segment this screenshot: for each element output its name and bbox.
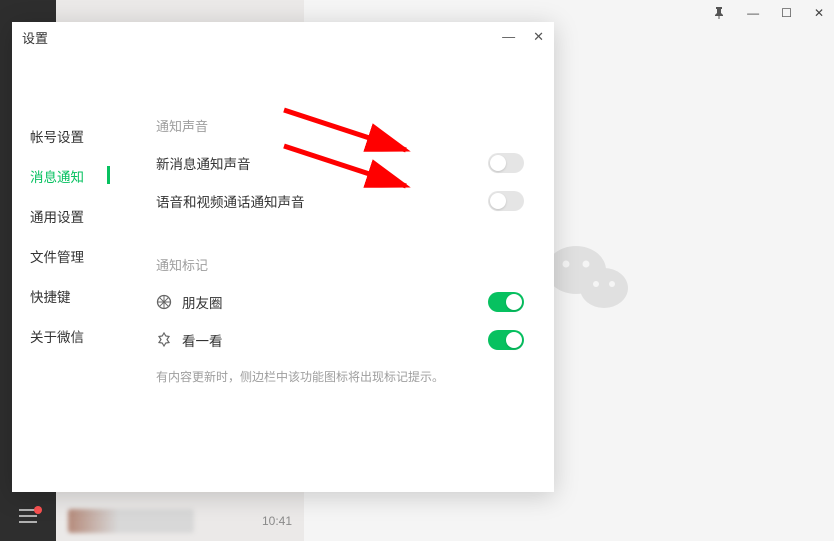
chat-item[interactable]: 10:41: [56, 501, 304, 541]
window-controls: — ☐ ✕: [713, 6, 824, 20]
row-moments: 朋友圈: [156, 292, 524, 312]
hint-text: 有内容更新时，侧边栏中该功能图标将出现标记提示。: [156, 368, 524, 385]
nav-file-manage[interactable]: 文件管理: [12, 236, 116, 276]
menu-icon[interactable]: [19, 509, 37, 523]
row-label: 朋友圈: [182, 292, 223, 312]
dialog-header: 设置 — ✕: [12, 22, 554, 52]
chat-avatar-blurred: [68, 509, 194, 533]
row-new-message-sound: 新消息通知声音: [156, 153, 524, 173]
moments-icon: [156, 294, 172, 310]
top-stories-icon: [156, 332, 172, 348]
wechat-logo: [544, 240, 634, 320]
dialog-minimize-icon[interactable]: —: [502, 29, 515, 45]
settings-panel: 通知声音 新消息通知声音 语音和视频通话通知声音 通知标记 朋友圈: [116, 52, 554, 492]
section-badge-title: 通知标记: [156, 255, 524, 274]
toggle-top-stories[interactable]: [488, 330, 524, 350]
section-sound-title: 通知声音: [156, 116, 524, 135]
row-call-sound: 语音和视频通话通知声音: [156, 191, 524, 211]
dialog-close-icon[interactable]: ✕: [533, 29, 544, 45]
pin-icon[interactable]: [713, 7, 725, 19]
dialog-title: 设置: [22, 28, 502, 47]
nav-about[interactable]: 关于微信: [12, 316, 116, 356]
toggle-new-message-sound[interactable]: [488, 153, 524, 173]
dialog-controls: — ✕: [502, 29, 544, 45]
maximize-icon[interactable]: ☐: [781, 6, 792, 20]
toggle-moments[interactable]: [488, 292, 524, 312]
close-icon[interactable]: ✕: [814, 6, 824, 20]
row-label: 语音和视频通话通知声音: [156, 191, 305, 211]
nav-message-notify[interactable]: 消息通知: [12, 156, 116, 196]
settings-nav: 帐号设置 消息通知 通用设置 文件管理 快捷键 关于微信: [12, 52, 116, 492]
row-label: 新消息通知声音: [156, 153, 251, 173]
notification-dot: [34, 506, 42, 514]
row-label: 看一看: [182, 330, 223, 350]
nav-general-settings[interactable]: 通用设置: [12, 196, 116, 236]
chat-time: 10:41: [262, 514, 292, 528]
minimize-icon[interactable]: —: [747, 6, 759, 20]
dialog-body: 帐号设置 消息通知 通用设置 文件管理 快捷键 关于微信 通知声音 新消息通知声…: [12, 52, 554, 492]
nav-shortcuts[interactable]: 快捷键: [12, 276, 116, 316]
settings-dialog: 设置 — ✕ 帐号设置 消息通知 通用设置 文件管理 快捷键 关于微信 通知声音…: [12, 22, 554, 492]
row-top-stories: 看一看: [156, 330, 524, 350]
nav-account-settings[interactable]: 帐号设置: [12, 116, 116, 156]
toggle-call-sound[interactable]: [488, 191, 524, 211]
